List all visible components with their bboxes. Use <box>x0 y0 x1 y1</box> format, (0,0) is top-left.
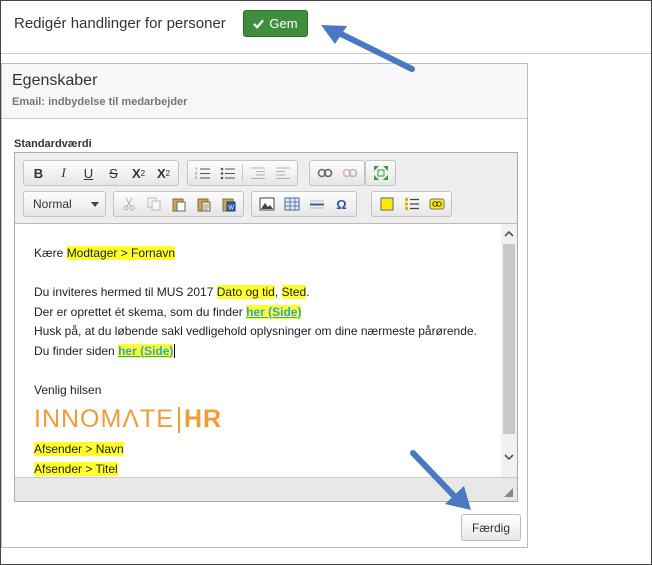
field-label: Standardværdi <box>14 138 92 150</box>
invite-line: Du inviteres hermed til MUS 2017 Dato og… <box>34 283 501 303</box>
sender-name-line: Afsender > Navn <box>34 440 501 460</box>
indent-icon[interactable] <box>270 162 295 184</box>
copy-icon[interactable] <box>141 193 166 215</box>
field-insert-group <box>371 191 452 217</box>
table-icon[interactable] <box>279 193 304 215</box>
paste-text-icon[interactable] <box>191 193 216 215</box>
link-icon[interactable] <box>312 162 337 184</box>
insert-link-field-icon[interactable] <box>424 193 449 215</box>
period-text: . <box>306 285 310 299</box>
done-button[interactable]: Færdig <box>461 514 521 541</box>
logo-divider <box>177 407 180 433</box>
page-link-2[interactable]: her (Side) <box>118 343 174 358</box>
scroll-up-icon[interactable] <box>503 228 515 240</box>
outdent-icon[interactable] <box>245 162 270 184</box>
schema-line: Der er oprettet ét skema, som du finder … <box>34 303 501 323</box>
insert-group: Ω <box>251 191 357 217</box>
find-page-line: Du finder siden her (Side) <box>34 342 501 362</box>
link-group <box>309 160 365 186</box>
reminder-line: Husk på, at du løbende sakl vedligehold … <box>34 324 477 338</box>
italic-button[interactable]: I <box>51 162 76 184</box>
resize-handle-icon[interactable] <box>504 488 513 497</box>
editor-toolbar: B I U S X2 X2 123 Normal W Ω <box>15 153 517 224</box>
maximize-icon[interactable] <box>368 162 393 184</box>
chevron-down-icon <box>91 202 99 207</box>
sender-title-field[interactable]: Afsender > Titel <box>34 461 118 476</box>
clipboard-group: W <box>113 191 244 217</box>
maximize-group <box>365 160 396 186</box>
format-select-value: Normal <box>33 197 72 211</box>
schema-text: Der er oprettet ét skema, som du finder <box>34 304 243 319</box>
page-header: Redigér handlinger for personer Gem <box>1 1 651 54</box>
greeting-line: Kære Modtager > Fornavn <box>34 244 501 264</box>
find-page-text: Du finder siden <box>34 343 115 358</box>
logo-hr: HR <box>183 405 223 434</box>
cut-icon[interactable] <box>116 193 141 215</box>
invite-text: Du inviteres hermed til MUS 2017 <box>34 285 214 299</box>
underline-button[interactable]: U <box>76 162 101 184</box>
superscript-button[interactable]: X2 <box>151 162 176 184</box>
superscript-mark: 2 <box>165 168 171 178</box>
page-title: Redigér handlinger for personer <box>14 15 226 32</box>
paste-word-icon[interactable]: W <box>216 193 241 215</box>
checkmark-icon <box>253 19 265 29</box>
panel-subtitle: Email: indbydelse til medarbejder <box>12 96 188 108</box>
superscript-x: X <box>156 165 166 181</box>
svg-text:3: 3 <box>195 175 198 180</box>
list-indent-group: 123 <box>187 160 298 186</box>
panel-title: Egenskaber <box>12 72 98 89</box>
subscript-button[interactable]: X2 <box>126 162 151 184</box>
special-character-icon[interactable]: Ω <box>329 193 354 215</box>
save-button-label: Gem <box>269 16 298 31</box>
place-field[interactable]: Sted <box>281 285 307 299</box>
horizontal-line-icon[interactable] <box>304 193 329 215</box>
scroll-down-icon[interactable] <box>503 451 515 463</box>
unlink-icon[interactable] <box>337 162 362 184</box>
subscript-mark: 2 <box>140 168 146 178</box>
date-field[interactable]: Dato og tid <box>216 285 275 299</box>
save-button[interactable]: Gem <box>243 10 308 37</box>
editor-statusbar <box>15 477 517 501</box>
svg-text:W: W <box>228 205 234 211</box>
page-link[interactable]: her (Side) <box>246 304 302 319</box>
paste-icon[interactable] <box>166 193 191 215</box>
rich-text-editor: B I U S X2 X2 123 Normal W Ω Kære Modtag… <box>14 152 518 502</box>
properties-panel: Egenskaber Email: indbydelse til medarbe… <box>1 63 528 548</box>
recipient-field[interactable]: Modtager > Fornavn <box>66 246 176 260</box>
scrollbar-thumb[interactable] <box>503 244 515 434</box>
comma-text: , <box>274 285 279 299</box>
panel-header: Egenskaber Email: indbydelse til medarbe… <box>2 64 527 119</box>
sender-name-field[interactable]: Afsender > Navn <box>34 442 124 456</box>
text-style-group: B I U S X2 X2 <box>23 160 179 186</box>
field-list-icon[interactable] <box>399 193 424 215</box>
highlight-field-icon[interactable] <box>374 193 399 215</box>
logo-text: INNOMΛTE <box>34 405 174 434</box>
closing-line: Venlig hilsen <box>34 382 102 397</box>
toolbar-separator <box>242 164 243 182</box>
format-select[interactable]: Normal <box>23 191 106 217</box>
company-logo: INNOMΛTE HR <box>34 404 501 436</box>
strikethrough-button[interactable]: S <box>101 162 126 184</box>
editor-content[interactable]: Kære Modtager > Fornavn Du inviteres her… <box>15 224 501 477</box>
bullet-list-icon[interactable] <box>215 162 240 184</box>
editor-scrollbar[interactable] <box>501 224 517 477</box>
bold-button[interactable]: B <box>26 162 51 184</box>
greeting-text: Kære <box>34 246 64 260</box>
image-icon[interactable] <box>254 193 279 215</box>
numbered-list-icon[interactable]: 123 <box>190 162 215 184</box>
subscript-x: X <box>131 165 141 181</box>
text-cursor <box>174 343 176 358</box>
